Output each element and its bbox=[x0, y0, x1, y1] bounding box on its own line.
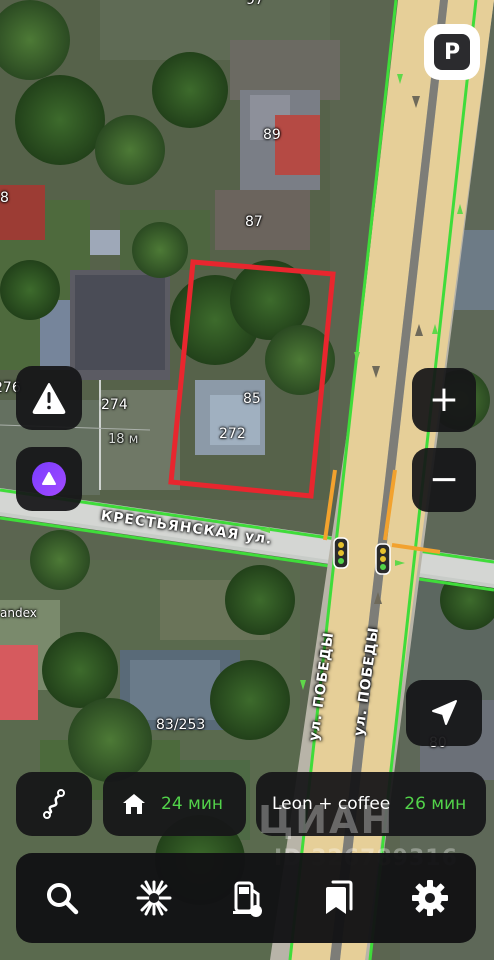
fuel-button[interactable] bbox=[216, 868, 276, 928]
house-number: 8 bbox=[0, 190, 9, 206]
alice-icon bbox=[32, 462, 66, 496]
place-eta: 26 мин bbox=[404, 794, 467, 814]
discovery-button[interactable] bbox=[124, 868, 184, 928]
house-number: 274 bbox=[101, 397, 128, 413]
settings-button[interactable] bbox=[400, 868, 460, 928]
road-alert-button[interactable] bbox=[16, 366, 82, 430]
parking-icon: P bbox=[434, 34, 470, 70]
navigation-arrow-icon bbox=[432, 700, 457, 725]
cian-watermark: ЦИАН bbox=[258, 798, 395, 842]
plus-icon: + bbox=[428, 379, 460, 420]
house-number: 83/253 bbox=[156, 717, 206, 733]
search-icon bbox=[47, 883, 79, 915]
sparkle-icon bbox=[136, 880, 172, 916]
alice-assistant-button[interactable] bbox=[16, 447, 82, 511]
zoom-out-button[interactable]: − bbox=[412, 448, 476, 512]
home-route-button[interactable]: 24 мин bbox=[103, 772, 246, 836]
house-number: 85 bbox=[243, 391, 261, 407]
home-icon bbox=[123, 794, 145, 814]
fuel-icon bbox=[233, 881, 262, 917]
search-button[interactable] bbox=[32, 868, 92, 928]
scale-ruler: 18 м bbox=[108, 432, 139, 447]
bookmarks-icon bbox=[326, 880, 353, 914]
house-number: 97 bbox=[246, 0, 264, 8]
zoom-in-button[interactable]: + bbox=[412, 368, 476, 432]
parking-button[interactable]: P bbox=[424, 24, 480, 80]
house-number: 272 bbox=[219, 426, 246, 442]
bookmarks-button[interactable] bbox=[308, 868, 368, 928]
route-icon bbox=[43, 789, 65, 819]
my-location-button[interactable] bbox=[406, 680, 482, 746]
minus-icon: − bbox=[428, 459, 460, 500]
house-number: 87 bbox=[245, 214, 263, 230]
bottom-toolbar bbox=[16, 853, 476, 943]
alert-triangle-icon bbox=[32, 383, 66, 414]
house-number: 89 bbox=[263, 127, 281, 143]
home-eta: 24 мин bbox=[161, 794, 224, 814]
settings-icon bbox=[412, 880, 448, 916]
map-attribution: andex bbox=[0, 606, 37, 620]
route-options-button[interactable] bbox=[16, 772, 92, 836]
